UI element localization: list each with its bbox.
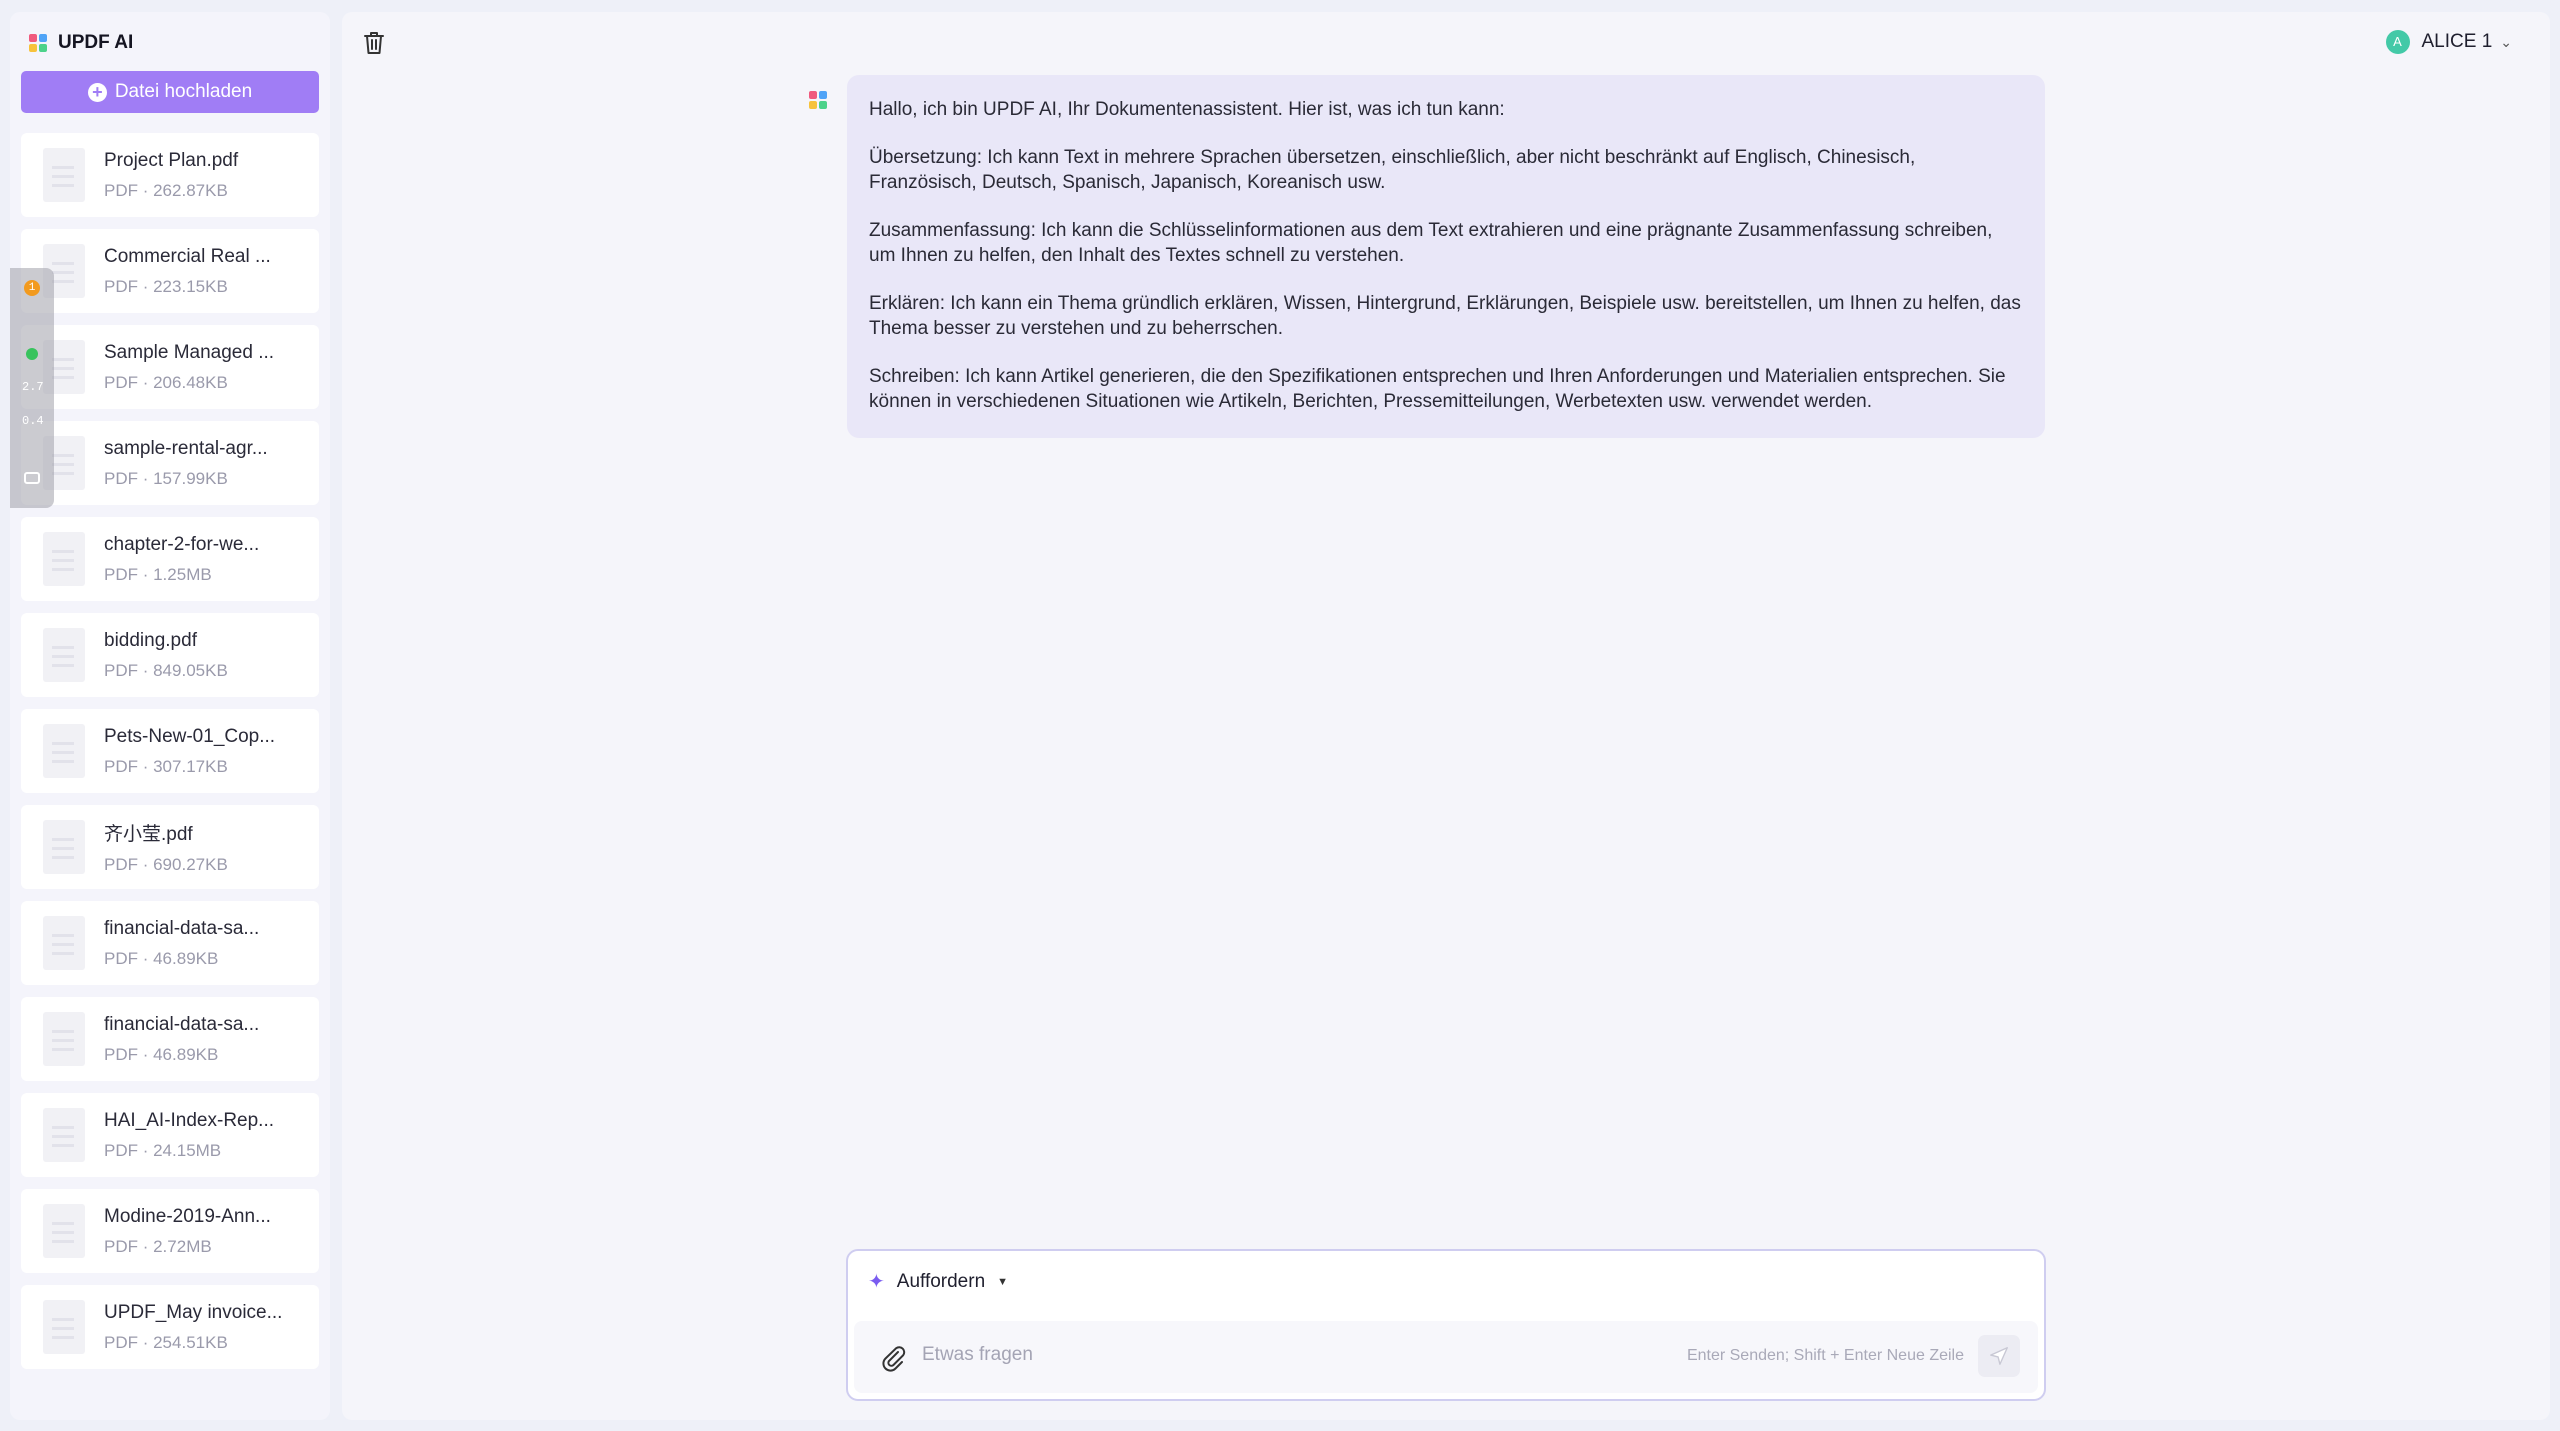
avatar: A <box>2385 30 2410 54</box>
file-name: Modine-2019-Ann... <box>104 1205 271 1227</box>
document-icon <box>43 724 85 778</box>
message-paragraph: Erklären: Ich kann ein Thema gründlich e… <box>869 293 2021 339</box>
file-name: financial-data-sa... <box>104 1013 260 1035</box>
file-item[interactable]: Sample Managed ... PDF · 206.48KB <box>21 325 319 409</box>
question-input[interactable] <box>922 1335 1622 1375</box>
user-menu[interactable]: A ALICE 1 ⌄ <box>2385 30 2512 54</box>
document-icon <box>43 148 85 202</box>
file-name: financial-data-sa... <box>104 917 260 939</box>
file-name: sample-rental-agr... <box>104 437 268 459</box>
file-item[interactable]: Commercial Real ... PDF · 223.15KB <box>21 229 319 313</box>
file-name: UPDF_May invoice... <box>104 1301 283 1323</box>
file-meta: PDF · 307.17KB <box>104 756 228 776</box>
file-list: Project Plan.pdf PDF · 262.87KB Commercia… <box>21 133 330 1381</box>
document-icon <box>43 1204 85 1258</box>
file-meta: PDF · 223.15KB <box>104 276 228 296</box>
file-item[interactable]: sample-rental-agr... PDF · 157.99KB <box>21 421 319 505</box>
chevron-down-icon: ⌄ <box>2500 33 2512 50</box>
network-monitor-overlay[interactable]: 1 2.7 0.4 <box>10 268 54 508</box>
upload-file-button[interactable]: + Datei hochladen <box>21 71 319 113</box>
send-icon <box>1990 1347 2008 1365</box>
updf-logo-icon <box>809 91 827 109</box>
file-name: Commercial Real ... <box>104 245 271 267</box>
file-name: Project Plan.pdf <box>104 149 239 171</box>
document-icon <box>43 1108 85 1162</box>
status-dot-icon <box>26 348 38 360</box>
assistant-message: Hallo, ich bin UPDF AI, Ihr Dokumentenas… <box>847 75 2045 438</box>
file-meta: PDF · 2.72MB <box>104 1236 212 1256</box>
document-icon <box>43 628 85 682</box>
file-name: 齐小莹.pdf <box>104 824 193 845</box>
message-paragraph: Schreiben: Ich kann Artikel generieren, … <box>869 366 2006 412</box>
keyboard-hint: Enter Senden; Shift + Enter Neue Zeile <box>1686 1347 1964 1364</box>
file-item[interactable]: bidding.pdf PDF · 849.05KB <box>21 613 319 697</box>
document-icon <box>43 532 85 586</box>
file-meta: PDF · 157.99KB <box>104 468 228 488</box>
chat-input-box: ✦ Auffordern ▼ Enter Senden; Shift + Ent… <box>846 1249 2046 1401</box>
upload-speed: 2.7 <box>22 380 44 394</box>
file-meta: PDF · 46.89KB <box>104 1044 219 1064</box>
chat-panel: A ALICE 1 ⌄ Hallo, ich bin UPDF AI, Ihr … <box>342 12 2550 1420</box>
updf-logo-icon <box>29 34 47 52</box>
notification-badge: 1 <box>24 280 40 296</box>
upload-file-label: Datei hochladen <box>114 81 253 102</box>
plus-icon: + <box>87 82 107 102</box>
file-item[interactable]: Modine-2019-Ann... PDF · 2.72MB <box>21 1189 319 1273</box>
file-name: bidding.pdf <box>104 629 197 651</box>
file-item[interactable]: Project Plan.pdf PDF · 262.87KB <box>21 133 319 217</box>
file-item[interactable]: financial-data-sa... PDF · 46.89KB <box>21 997 319 1081</box>
user-name: ALICE 1 <box>2421 31 2493 52</box>
send-button[interactable] <box>1978 1335 2020 1377</box>
message-paragraph: Übersetzung: Ich kann Text in mehrere Sp… <box>869 147 1916 193</box>
file-name: Pets-New-01_Cop... <box>104 725 276 747</box>
file-meta: PDF · 254.51KB <box>104 1332 228 1352</box>
file-item[interactable]: Pets-New-01_Cop... PDF · 307.17KB <box>21 709 319 793</box>
file-meta: PDF · 690.27KB <box>104 855 228 874</box>
file-meta: PDF · 1.25MB <box>104 564 212 584</box>
file-name: HAI_AI-Index-Rep... <box>104 1109 275 1131</box>
file-name: chapter-2-for-we... <box>104 533 260 555</box>
sidebar-header: UPDF AI <box>10 12 330 74</box>
document-icon <box>43 1300 85 1354</box>
file-meta: PDF · 24.15MB <box>104 1140 222 1160</box>
document-icon <box>43 1012 85 1066</box>
file-name: Sample Managed ... <box>104 341 275 363</box>
document-icon <box>43 820 85 874</box>
file-item[interactable]: chapter-2-for-we... PDF · 1.25MB <box>21 517 319 601</box>
file-item[interactable]: 齐小莹.pdf PDF · 690.27KB <box>21 805 319 889</box>
prompt-label: Auffordern <box>896 1270 986 1292</box>
document-icon <box>43 916 85 970</box>
app-title: UPDF AI <box>58 32 134 53</box>
file-item[interactable]: UPDF_May invoice... PDF · 254.51KB <box>21 1285 319 1369</box>
file-meta: PDF · 46.89KB <box>104 948 219 968</box>
sparkle-icon: ✦ <box>868 1271 885 1293</box>
file-item[interactable]: HAI_AI-Index-Rep... PDF · 24.15MB <box>21 1093 319 1177</box>
file-item[interactable]: financial-data-sa... PDF · 46.89KB <box>21 901 319 985</box>
file-meta: PDF · 849.05KB <box>104 660 228 680</box>
input-area: Enter Senden; Shift + Enter Neue Zeile <box>854 1321 2038 1393</box>
paperclip-icon[interactable] <box>880 1343 906 1373</box>
message-paragraph: Zusammenfassung: Ich kann die Schlüsseli… <box>869 220 1993 266</box>
download-speed: 0.4 <box>22 414 44 428</box>
trash-icon[interactable] <box>362 30 386 56</box>
prompt-selector[interactable]: ✦ Auffordern ▼ <box>868 1269 1008 1294</box>
camera-icon[interactable] <box>24 472 40 484</box>
file-meta: PDF · 206.48KB <box>104 372 228 392</box>
message-paragraph: Hallo, ich bin UPDF AI, Ihr Dokumentenas… <box>869 99 1505 120</box>
file-meta: PDF · 262.87KB <box>104 180 228 200</box>
caret-down-icon: ▼ <box>997 1275 1009 1288</box>
sidebar: UPDF AI + Datei hochladen Project Plan.p… <box>10 12 330 1420</box>
